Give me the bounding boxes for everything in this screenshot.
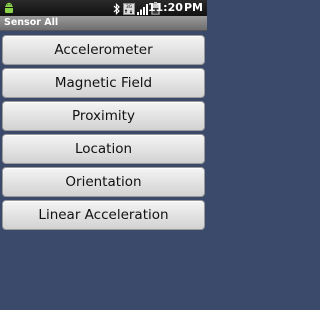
status-clock: 11:20 PM bbox=[148, 1, 203, 15]
location-button[interactable]: Location bbox=[2, 134, 205, 164]
app-title: Sensor All bbox=[4, 17, 59, 28]
accelerometer-button[interactable]: Accelerometer bbox=[2, 35, 205, 65]
title-bar: Sensor All bbox=[0, 16, 207, 31]
content-area: Accelerometer Magnetic Field Proximity L… bbox=[0, 31, 207, 310]
clock-time: 11:20 bbox=[147, 1, 183, 14]
sensor-button-list: Accelerometer Magnetic Field Proximity L… bbox=[2, 35, 205, 233]
linear-acceleration-button[interactable]: Linear Acceleration bbox=[2, 200, 205, 230]
clock-ampm: PM bbox=[183, 1, 203, 14]
svg-text:3G: 3G bbox=[126, 4, 133, 10]
status-bar: 3G 11:20 PM bbox=[0, 0, 207, 16]
android-debug-icon bbox=[4, 2, 14, 13]
orientation-button[interactable]: Orientation bbox=[2, 167, 205, 197]
proximity-button[interactable]: Proximity bbox=[2, 101, 205, 131]
data-transfer-icon: 3G bbox=[123, 2, 135, 15]
bluetooth-icon bbox=[113, 2, 120, 15]
magnetic-field-button[interactable]: Magnetic Field bbox=[2, 68, 205, 98]
